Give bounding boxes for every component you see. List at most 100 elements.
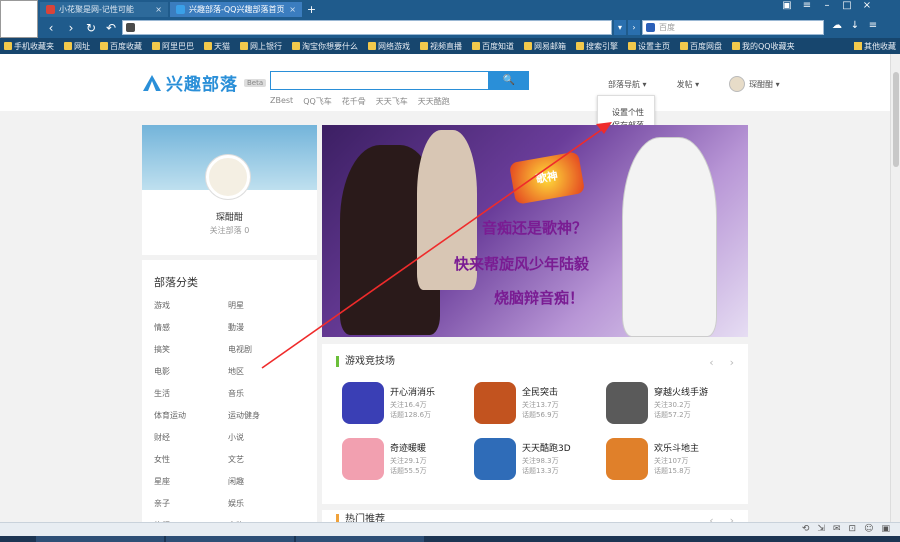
close-icon[interactable]: × <box>860 0 874 11</box>
tab-xingqubuluo[interactable]: 兴趣部落-QQ兴趣部落首页 × <box>170 2 302 17</box>
category-item[interactable]: 文艺 <box>228 454 302 465</box>
game-card[interactable]: 穿越火线手游 关注30.2万 话题57.2万 <box>606 382 736 430</box>
taskbar-item[interactable] <box>36 536 164 542</box>
taskbar-item[interactable] <box>296 536 424 542</box>
publish-button[interactable]: 发帖 ▾ <box>677 79 700 90</box>
profile-follow-count[interactable]: 关注部落 0 <box>142 225 317 236</box>
bookmark-item[interactable]: 视频直播 <box>420 41 462 52</box>
category-item[interactable]: 星座 <box>154 476 228 487</box>
refresh-icon[interactable]: ↻ <box>84 21 98 35</box>
status-tool-icon[interactable]: ⟲ <box>802 524 810 534</box>
undo-icon[interactable]: ↶ <box>104 21 118 35</box>
category-item[interactable]: 闲趣 <box>228 476 302 487</box>
bookmark-item[interactable]: 手机收藏夹 <box>4 41 54 52</box>
category-item[interactable]: 运动健身 <box>228 410 302 421</box>
game-card[interactable]: 天天酷跑3D 关注98.3万 话题13.3万 <box>474 438 604 486</box>
category-item[interactable]: 地区 <box>228 366 302 377</box>
bookmark-item[interactable]: 网络游戏 <box>368 41 410 52</box>
forward-icon[interactable]: › <box>64 21 78 35</box>
bookmark-item[interactable]: 网址 <box>64 41 90 52</box>
bookmark-label: 网易邮箱 <box>534 41 566 51</box>
page-scrollbar[interactable] <box>890 54 900 522</box>
site-search-button[interactable]: 🔍 <box>489 71 529 90</box>
category-item[interactable]: 小说 <box>228 432 302 443</box>
maximize-icon[interactable]: □ <box>840 0 854 11</box>
download-icon[interactable]: ↓ <box>848 20 862 31</box>
settings-menu-icon[interactable]: ≡ <box>866 20 880 31</box>
bookmark-item[interactable]: 设置主页 <box>628 41 670 52</box>
skin-icon[interactable]: ▣ <box>780 0 794 11</box>
category-item[interactable]: 电视剧 <box>228 344 302 355</box>
cloud-icon[interactable]: ☁ <box>830 20 844 31</box>
tab-xiaohuaju[interactable]: 小花聚是网-记性可能 × <box>40 2 168 17</box>
bookmark-item[interactable]: 百度网盘 <box>680 41 722 52</box>
bookmark-item[interactable]: 搜索引擎 <box>576 41 618 52</box>
site-search-input[interactable] <box>270 71 489 90</box>
status-tool-icon[interactable]: ☺ <box>864 524 873 534</box>
minimize-icon[interactable]: – <box>820 0 834 11</box>
hot-link[interactable]: 花千骨 <box>342 96 366 107</box>
promo-banner[interactable]: 歌神 音痴还是歌神？ 快来帮旋风少年陆毅 烧脑辩音痴！ <box>322 125 748 337</box>
category-item[interactable]: 游戏 <box>154 300 228 311</box>
back-icon[interactable]: ‹ <box>44 21 58 35</box>
bookmark-label: 阿里巴巴 <box>162 41 194 51</box>
profile-avatar[interactable] <box>206 155 250 199</box>
hot-link[interactable]: 天天飞车 <box>376 96 408 107</box>
taskbar-item[interactable] <box>166 536 294 542</box>
category-item[interactable]: 動漫 <box>228 322 302 333</box>
folder-icon <box>420 42 428 50</box>
bookmark-item[interactable]: 网上银行 <box>240 41 282 52</box>
bookmark-item[interactable]: 我的QQ收藏夹 <box>732 41 795 52</box>
tab-label: 小花聚是网-记性可能 <box>59 5 134 14</box>
game-icon <box>342 438 384 480</box>
game-card[interactable]: 奇迹暖暖 关注29.1万 话题55.5万 <box>342 438 472 486</box>
bookmark-item[interactable]: 阿里巴巴 <box>152 41 194 52</box>
category-item[interactable]: 明星 <box>228 300 302 311</box>
game-card[interactable]: 全民突击 关注13.7万 话题56.9万 <box>474 382 604 430</box>
status-tools: ⟲ ⇲ ✉ ⊡ ☺ ▣ <box>802 524 890 534</box>
arena-prev-icon[interactable]: ‹ <box>709 356 713 369</box>
hot-link[interactable]: 天天酷跑 <box>418 96 450 107</box>
bookmark-item[interactable]: 淘宝你想要什么 <box>292 41 358 52</box>
bookmark-item[interactable]: 百度收藏 <box>100 41 142 52</box>
profile-name[interactable]: 琛酣酣 <box>142 210 317 223</box>
tribe-menu-button[interactable]: 部落导航 ▾ <box>608 79 647 90</box>
category-item[interactable]: 财经 <box>154 432 228 443</box>
tab-close-icon[interactable]: × <box>289 5 296 14</box>
status-tool-icon[interactable]: ⇲ <box>817 524 825 534</box>
dropdown-item-settings[interactable]: 设置个性 <box>612 106 654 119</box>
browser-search-box[interactable]: 百度 <box>642 20 824 35</box>
bookmark-item[interactable]: 百度知道 <box>472 41 514 52</box>
site-logo[interactable]: 兴趣部落 Beta <box>142 70 267 95</box>
user-menu[interactable]: 琛酣酣 ▾ <box>729 76 780 92</box>
tab-close-icon[interactable]: × <box>155 5 162 14</box>
bookmark-other[interactable]: 其他收藏 <box>854 38 896 54</box>
category-item[interactable]: 电影 <box>154 366 228 377</box>
category-item[interactable]: 音乐 <box>228 388 302 399</box>
address-bar[interactable] <box>122 20 612 35</box>
category-item[interactable]: 情感 <box>154 322 228 333</box>
game-card[interactable]: 欢乐斗地主 关注107万 话题15.8万 <box>606 438 736 486</box>
new-tab-button[interactable]: + <box>305 3 318 16</box>
status-tool-icon[interactable]: ▣ <box>881 524 890 534</box>
arena-next-icon[interactable]: › <box>730 356 734 369</box>
category-item[interactable]: 体育运动 <box>154 410 228 421</box>
dropdown-icon[interactable]: ▾ <box>614 20 626 35</box>
status-tool-icon[interactable]: ✉ <box>833 524 841 534</box>
bookmark-item[interactable]: 网易邮箱 <box>524 41 566 52</box>
hot-link[interactable]: ZBest <box>270 96 293 107</box>
hot-link[interactable]: QQ飞车 <box>303 96 332 107</box>
category-item[interactable]: 女性 <box>154 454 228 465</box>
menu-icon[interactable]: ≡ <box>800 0 814 11</box>
category-item[interactable]: 娱乐 <box>228 498 302 509</box>
game-follow: 关注98.3万 <box>522 457 559 465</box>
bookmark-item[interactable]: 天猫 <box>204 41 230 52</box>
go-icon[interactable]: › <box>628 20 640 35</box>
category-item[interactable]: 亲子 <box>154 498 228 509</box>
scrollbar-thumb[interactable] <box>893 72 899 167</box>
category-item[interactable]: 生活 <box>154 388 228 399</box>
category-item[interactable]: 搞笑 <box>154 344 228 355</box>
game-card[interactable]: 开心消消乐 关注16.4万 话题128.6万 <box>342 382 472 430</box>
status-tool-icon[interactable]: ⊡ <box>849 524 857 534</box>
profile-avatar-thumbnail[interactable] <box>0 0 38 38</box>
